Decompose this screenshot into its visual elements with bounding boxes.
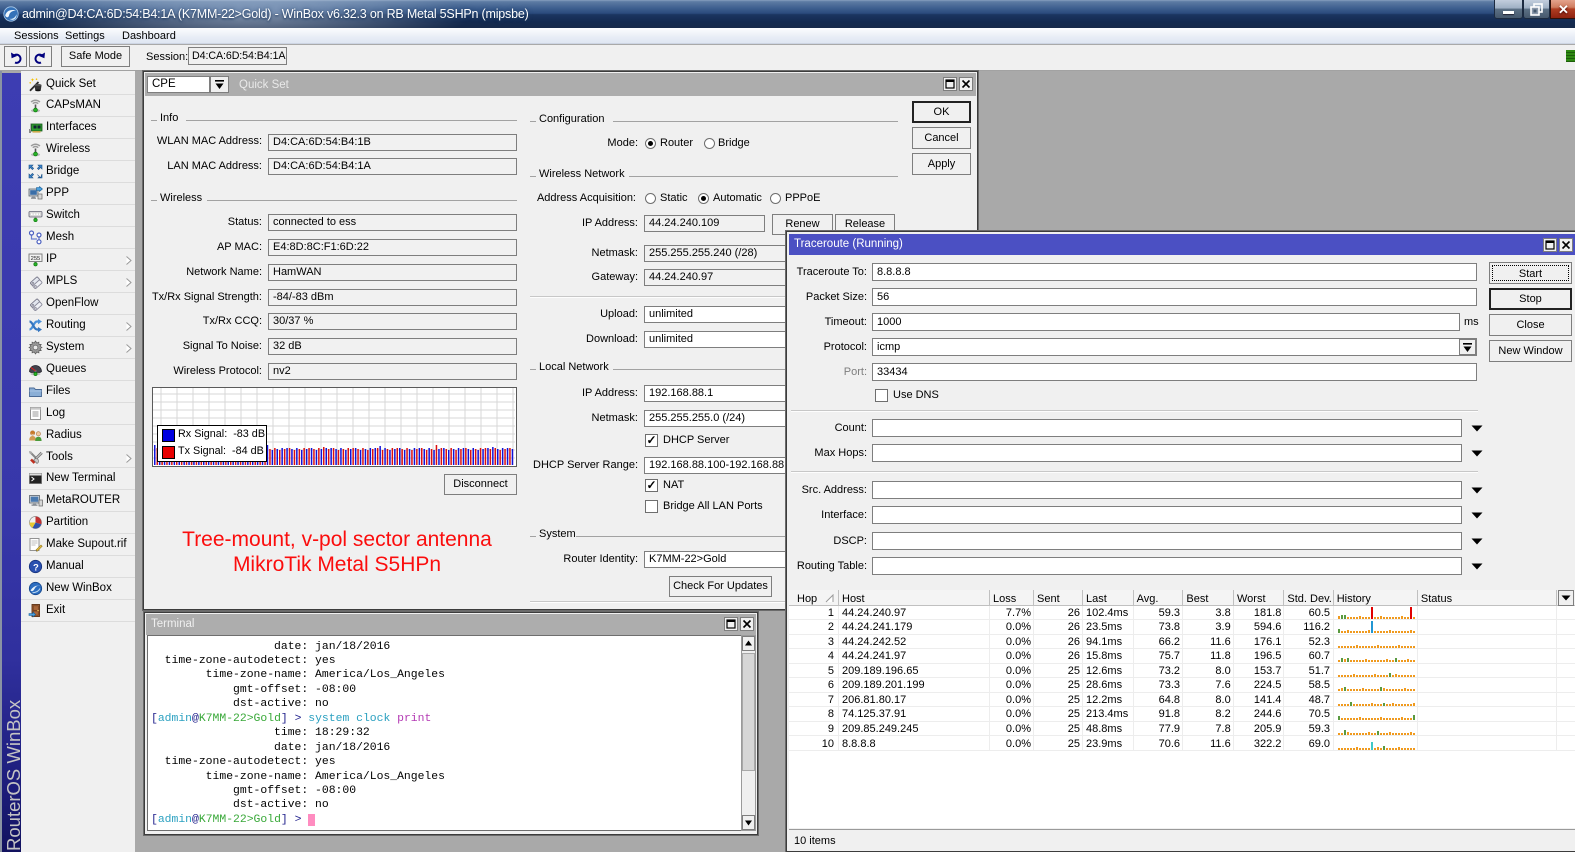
svg-text:?: ? bbox=[33, 563, 39, 574]
svg-text:255: 255 bbox=[31, 256, 41, 262]
